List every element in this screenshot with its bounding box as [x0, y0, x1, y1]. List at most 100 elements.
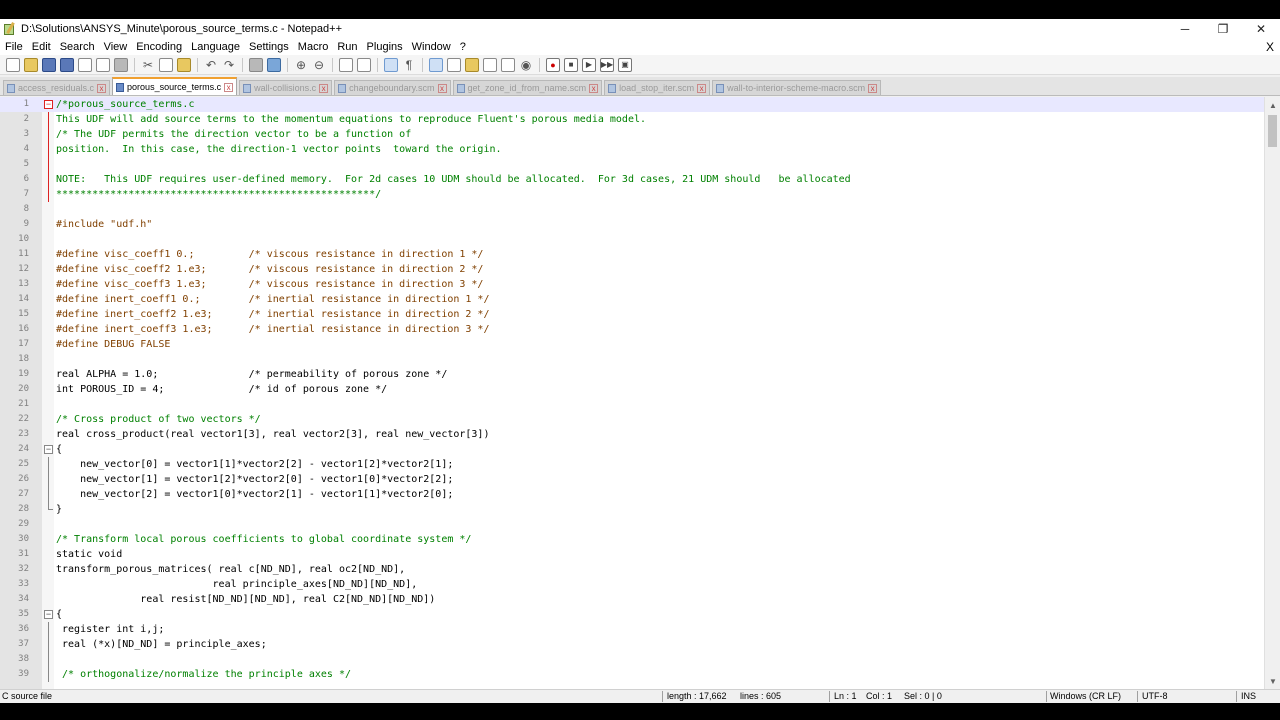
code-line[interactable]: 31 static void	[0, 547, 1264, 562]
open-file-icon[interactable]	[24, 57, 38, 72]
code-line[interactable]: 17 #define DEBUG FALSE	[0, 337, 1264, 352]
tab-porous-source-terms[interactable]: porous_source_terms.c x	[112, 77, 238, 95]
zoom-in-icon[interactable]: ⊕	[294, 58, 308, 72]
code-line[interactable]: 11 #define visc_coeff1 0.; /* viscous res…	[0, 247, 1264, 262]
monitoring-icon[interactable]: ◉	[519, 58, 533, 72]
tab-access-residuals[interactable]: access_residuals.c x	[3, 80, 111, 95]
code-line[interactable]: 21	[0, 397, 1264, 412]
tab-close-icon[interactable]: x	[437, 83, 447, 93]
sync-vertical-icon[interactable]	[339, 57, 353, 72]
paste-icon[interactable]	[177, 57, 191, 72]
menu-language[interactable]: Language	[190, 41, 245, 53]
code-line[interactable]: 36 register int i,j;	[0, 622, 1264, 637]
save-macro-icon[interactable]: ▣	[618, 57, 632, 72]
code-line[interactable]: 29	[0, 517, 1264, 532]
code-line[interactable]: 10	[0, 232, 1264, 247]
tab-close-icon[interactable]: x	[589, 83, 599, 93]
print-icon[interactable]	[114, 57, 128, 72]
menu-file[interactable]: File	[4, 41, 28, 53]
restore-button[interactable]: ❐	[1204, 19, 1242, 39]
code-line[interactable]: 19 real ALPHA = 1.0; /* permeability of p…	[0, 367, 1264, 382]
scrollbar-thumb[interactable]	[1268, 115, 1277, 147]
tab-close-icon[interactable]: x	[224, 82, 234, 92]
close-window-button[interactable]: ✕	[1242, 19, 1280, 39]
fold-toggle-icon[interactable]: −	[44, 610, 53, 619]
redo-icon[interactable]: ↷	[222, 58, 236, 72]
menu-help[interactable]: ?	[459, 41, 471, 53]
code-line[interactable]: 37 real (*x)[ND_ND] = principle_axes;	[0, 637, 1264, 652]
tab-get-zone-id[interactable]: get_zone_id_from_name.scm x	[452, 80, 603, 95]
word-wrap-icon[interactable]	[384, 57, 398, 72]
menu-encoding[interactable]: Encoding	[135, 41, 187, 53]
code-line[interactable]: 4 position. In this case, the direction-1…	[0, 142, 1264, 157]
code-line[interactable]: 5	[0, 157, 1264, 172]
scroll-up-arrow-icon[interactable]: ▲	[1265, 97, 1280, 113]
tab-close-icon[interactable]: x	[319, 83, 329, 93]
code-line[interactable]: 27 new_vector[2] = vector1[0]*vector2[1]…	[0, 487, 1264, 502]
code-line[interactable]: 34 real resist[ND_ND][ND_ND], real C2[ND…	[0, 592, 1264, 607]
run-macro-multiple-icon[interactable]: ▶▶	[600, 57, 614, 72]
menu-edit[interactable]: Edit	[31, 41, 56, 53]
code-line[interactable]: 6 NOTE: This UDF requires user-defined me…	[0, 172, 1264, 187]
code-line[interactable]: 14 #define inert_coeff1 0.; /* inertial r…	[0, 292, 1264, 307]
close-file-icon[interactable]	[78, 57, 92, 72]
tab-load-stop-iter[interactable]: load_stop_iter.scm x	[604, 80, 711, 95]
menu-settings[interactable]: Settings	[248, 41, 294, 53]
code-line[interactable]: 30 /* Transform local porous coefficients…	[0, 532, 1264, 547]
code-line[interactable]: 7 ***************************************…	[0, 187, 1264, 202]
code-line[interactable]: 39 /* orthogonalize/normalize the princi…	[0, 667, 1264, 682]
code-line[interactable]: 23 real cross_product(real vector1[3], re…	[0, 427, 1264, 442]
indent-guide-icon[interactable]	[429, 57, 443, 72]
vertical-scrollbar[interactable]: ▲ ▼	[1264, 97, 1280, 689]
replace-icon[interactable]	[267, 57, 281, 72]
code-line[interactable]: 8	[0, 202, 1264, 217]
code-line[interactable]: 28}	[0, 502, 1264, 517]
code-line[interactable]: 2 This UDF will add source terms to the m…	[0, 112, 1264, 127]
undo-icon[interactable]: ↶	[204, 58, 218, 72]
code-line[interactable]: 9 #include "udf.h"	[0, 217, 1264, 232]
code-line[interactable]: 22 /* Cross product of two vectors */	[0, 412, 1264, 427]
function-list-icon[interactable]	[483, 57, 497, 72]
code-line[interactable]: 12 #define visc_coeff2 1.e3; /* viscous r…	[0, 262, 1264, 277]
copy-icon[interactable]	[159, 57, 173, 72]
menu-macro[interactable]: Macro	[297, 41, 334, 53]
code-line[interactable]: 15 #define inert_coeff2 1.e3; /* inertial…	[0, 307, 1264, 322]
stop-recording-icon[interactable]: ■	[564, 57, 578, 72]
menu-view[interactable]: View	[103, 41, 133, 53]
code-line[interactable]: 24 −{	[0, 442, 1264, 457]
save-icon[interactable]	[42, 57, 56, 72]
code-line[interactable]: 38	[0, 652, 1264, 667]
code-line[interactable]: 35 −{	[0, 607, 1264, 622]
tab-close-icon[interactable]: x	[97, 83, 107, 93]
tab-wall-to-interior[interactable]: wall-to-interior-scheme-macro.scm x	[712, 80, 882, 95]
code-line[interactable]: 20 int POROUS_ID = 4; /* id of porous zon…	[0, 382, 1264, 397]
tab-close-icon[interactable]: x	[868, 83, 878, 93]
close-document-button[interactable]: X	[1266, 40, 1274, 54]
sync-horizontal-icon[interactable]	[357, 57, 371, 72]
record-macro-icon[interactable]: ●	[546, 57, 560, 72]
zoom-out-icon[interactable]: ⊖	[312, 58, 326, 72]
code-line[interactable]: 16 #define inert_coeff3 1.e3; /* inertial…	[0, 322, 1264, 337]
find-icon[interactable]	[249, 57, 263, 72]
menu-plugins[interactable]: Plugins	[366, 41, 408, 53]
code-line[interactable]: 3 /* The UDF permits the direction vector…	[0, 127, 1264, 142]
menu-search[interactable]: Search	[59, 41, 100, 53]
document-map-icon[interactable]	[465, 57, 479, 72]
playback-macro-icon[interactable]: ▶	[582, 57, 596, 72]
code-text-area[interactable]: 1−/*porous_source_terms.c 2 This UDF will …	[0, 97, 1264, 682]
new-file-icon[interactable]	[6, 57, 20, 72]
cut-icon[interactable]: ✂	[141, 58, 155, 72]
code-line[interactable]: 33 real principle_axes[ND_ND][ND_ND],	[0, 577, 1264, 592]
code-editor[interactable]: 1−/*porous_source_terms.c 2 This UDF will …	[0, 97, 1280, 689]
code-line[interactable]: 1 −/*porous_source_terms.c	[0, 97, 1264, 112]
code-line[interactable]: 18	[0, 352, 1264, 367]
code-line[interactable]: 13 #define visc_coeff3 1.e3; /* viscous r…	[0, 277, 1264, 292]
minimize-button[interactable]: ─	[1166, 19, 1204, 39]
tab-changeboundary[interactable]: changeboundary.scm x	[334, 80, 451, 95]
user-language-icon[interactable]	[447, 57, 461, 72]
folder-workspace-icon[interactable]	[501, 57, 515, 72]
code-line[interactable]: 26 new_vector[1] = vector1[2]*vector2[0]…	[0, 472, 1264, 487]
menu-window[interactable]: Window	[411, 41, 456, 53]
tab-close-icon[interactable]: x	[697, 83, 707, 93]
fold-toggle-icon[interactable]: −	[44, 445, 53, 454]
